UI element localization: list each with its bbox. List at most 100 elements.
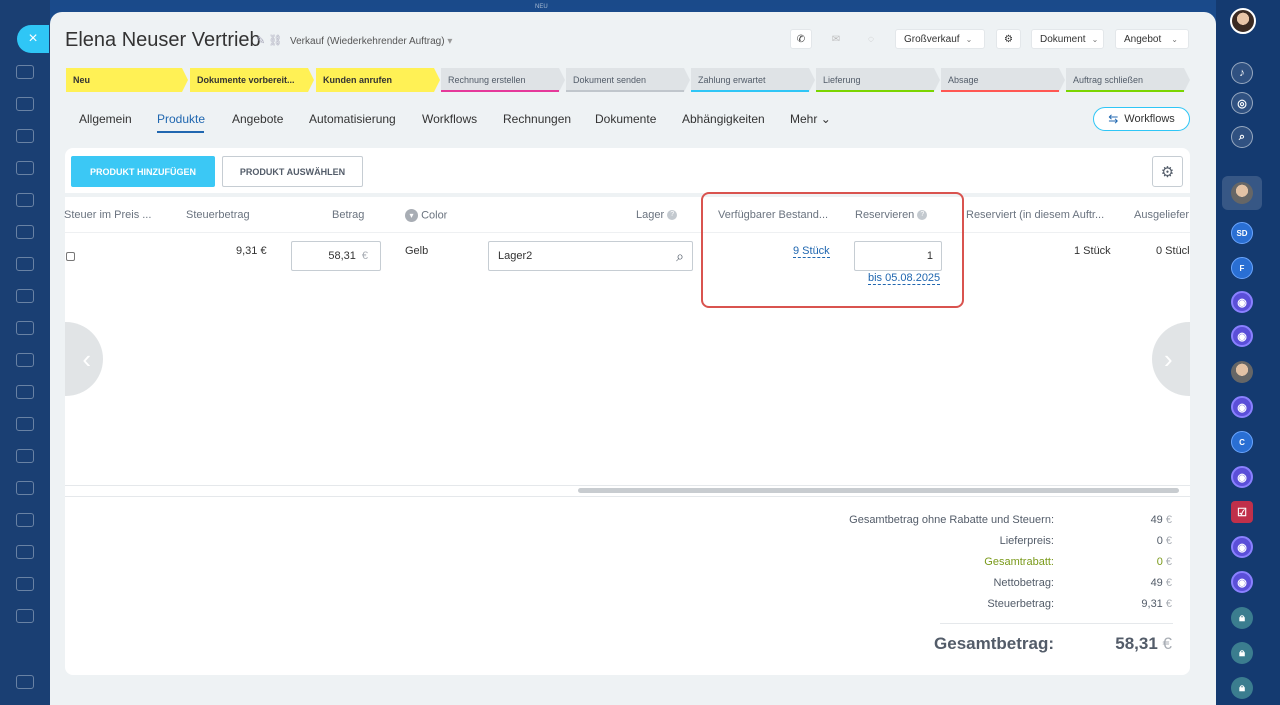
tab-produkte[interactable]: Produkte [157, 112, 205, 126]
discount-value: 0 € [1157, 556, 1172, 568]
chevron-right-icon: › [1164, 344, 1173, 375]
document-icon [16, 129, 34, 143]
header-divider [65, 232, 1190, 233]
chat-search-icon[interactable]: ⌕ [1231, 126, 1253, 148]
chevron-down-icon: ⌄ [821, 112, 831, 126]
amount-input[interactable]: 58,31 € [291, 241, 381, 271]
stage-dokumente-vorbereiten[interactable]: Dokumente vorbereit... [190, 68, 314, 92]
warehouse-value: Lager2 [498, 250, 532, 262]
currency-symbol: € [1163, 634, 1172, 653]
workflows-button[interactable]: ⇆ Workflows [1093, 107, 1190, 131]
cart-icon [16, 385, 34, 399]
stage-label: Neu [73, 75, 90, 85]
crm-left-sidebar [0, 0, 50, 705]
tab-mehr[interactable]: Mehr ⌄ [790, 112, 831, 126]
call-button[interactable]: ✆ [790, 29, 812, 49]
select-product-button[interactable]: PRODUKT AUSWÄHLEN [222, 156, 363, 187]
warehouse-select[interactable]: Lager2 ⌕ [488, 241, 693, 271]
tab-mehr-label: Mehr [790, 112, 817, 126]
col-tax-included[interactable]: Steuer im Preis ... [64, 209, 151, 221]
total-value: 58,31 € [1115, 634, 1172, 654]
gear-icon: ⚙ [1004, 34, 1013, 45]
help-icon[interactable]: ? [667, 210, 677, 220]
task-icon[interactable]: ☑ [1231, 501, 1253, 523]
chat-badge-c[interactable]: C [1231, 431, 1253, 453]
pipeline-label: Verkauf (Wiederkehrender Auftrag) [290, 36, 445, 47]
total-label: Gesamtbetrag: [934, 634, 1054, 654]
currency-symbol: € [1166, 514, 1172, 526]
tab-dokumente[interactable]: Dokumente [595, 112, 656, 126]
tab-abhaengigkeiten[interactable]: Abhängigkeiten [682, 112, 765, 126]
chat-badge-f[interactable]: F [1231, 257, 1253, 279]
col-shipped[interactable]: Ausgeliefer [1134, 209, 1189, 221]
add-product-button[interactable]: PRODUKT HINZUFÜGEN [71, 156, 215, 187]
activity-icon[interactable]: ◎ [1231, 92, 1253, 114]
tab-automatisierung[interactable]: Automatisierung [309, 112, 396, 126]
tab-rechnungen[interactable]: Rechnungen [503, 112, 571, 126]
email-button[interactable]: ✉ [825, 29, 847, 49]
openline-icon[interactable]: ◉ [1231, 536, 1253, 558]
folder-icon [16, 545, 34, 559]
tab-allgemein[interactable]: Allgemein [79, 112, 132, 126]
chat-button[interactable]: ◌ [860, 29, 882, 49]
currency-symbol: € [1166, 598, 1172, 610]
grosskauf-dropdown[interactable]: Großverkauf ⌄ [895, 29, 985, 49]
pipeline-selector[interactable]: Verkauf (Wiederkehrender Auftrag) ▾ [290, 36, 452, 47]
net-value: 49 € [1151, 577, 1172, 589]
lock-icon[interactable]: 🔒︎ [1231, 607, 1253, 629]
chevron-down-icon: ⌄ [966, 35, 973, 44]
contact-avatar[interactable] [1231, 361, 1253, 383]
edit-title-icon[interactable]: ✎ ⛓ [256, 34, 282, 47]
chat-icon [16, 321, 34, 335]
chevron-down-icon: ⌄ [1171, 35, 1178, 44]
tab-workflows[interactable]: Workflows [422, 112, 477, 126]
filter-icon [16, 481, 34, 495]
workflow-icon: ⇆ [1108, 112, 1118, 126]
tab-angebote[interactable]: Angebote [232, 112, 283, 126]
col-color[interactable]: ▾ Color [405, 209, 447, 222]
stage-lieferung[interactable]: Lieferung [816, 68, 940, 92]
stage-neu[interactable]: Neu [66, 68, 188, 92]
col-tax-amount[interactable]: Steuerbetrag [186, 209, 250, 221]
stage-kunden-anrufen[interactable]: Kunden anrufen [316, 68, 440, 92]
openline-icon[interactable]: ◉ [1231, 325, 1253, 347]
contacts-icon [16, 161, 34, 175]
user-avatar[interactable] [1230, 8, 1256, 34]
stage-label: Auftrag schließen [1073, 75, 1143, 85]
contact-avatar[interactable] [1231, 182, 1253, 204]
product-settings-button[interactable]: ⚙ [1152, 156, 1183, 187]
stage-absage[interactable]: Absage [941, 68, 1065, 92]
total-divider [940, 623, 1173, 624]
stage-color-bar [816, 90, 934, 92]
stage-rechnung-erstellen[interactable]: Rechnung erstellen [441, 68, 565, 92]
angebot-dropdown[interactable]: Angebot ⌄ [1115, 29, 1189, 49]
sales-icon [16, 417, 34, 431]
settings-button[interactable]: ⚙ [996, 29, 1021, 49]
col-reserved-in-order[interactable]: Reserviert (in diesem Auftr... [966, 209, 1104, 221]
stage-label: Rechnung erstellen [448, 75, 526, 85]
openline-icon[interactable]: ◉ [1231, 396, 1253, 418]
delivery-label: Lieferpreis: [1000, 535, 1054, 547]
col-amount[interactable]: Betrag [332, 209, 364, 221]
openline-icon[interactable]: ◉ [1231, 571, 1253, 593]
stage-zahlung-erwartet[interactable]: Zahlung erwartet [691, 68, 815, 92]
workflows-button-label: Workflows [1124, 113, 1175, 125]
stage-dokument-senden[interactable]: Dokument senden [566, 68, 690, 92]
openline-icon[interactable]: ◉ [1231, 466, 1253, 488]
lock-icon[interactable]: 🔒︎ [1231, 642, 1253, 664]
col-warehouse[interactable]: Lager? [636, 209, 677, 221]
invoice-icon [16, 225, 34, 239]
row-shipped: 0 Stück [1156, 245, 1189, 257]
dokument-dropdown[interactable]: Dokument ⌄ [1031, 29, 1104, 49]
horizontal-scrollbar[interactable] [578, 488, 1179, 493]
tax-label: Steuerbetrag: [987, 598, 1054, 610]
openline-icon[interactable]: ◉ [1231, 291, 1253, 313]
bell-icon[interactable]: ♪ [1231, 62, 1253, 84]
lock-icon[interactable]: 🔒︎ [1231, 677, 1253, 699]
grid-icon [16, 609, 34, 623]
stage-auftrag-schliessen[interactable]: Auftrag schließen [1066, 68, 1190, 92]
close-slider-button[interactable]: × [17, 25, 49, 53]
tax-included-checkbox[interactable] [66, 252, 75, 261]
chat-badge-sd[interactable]: SD [1231, 222, 1253, 244]
col-warehouse-label: Lager [636, 209, 664, 221]
